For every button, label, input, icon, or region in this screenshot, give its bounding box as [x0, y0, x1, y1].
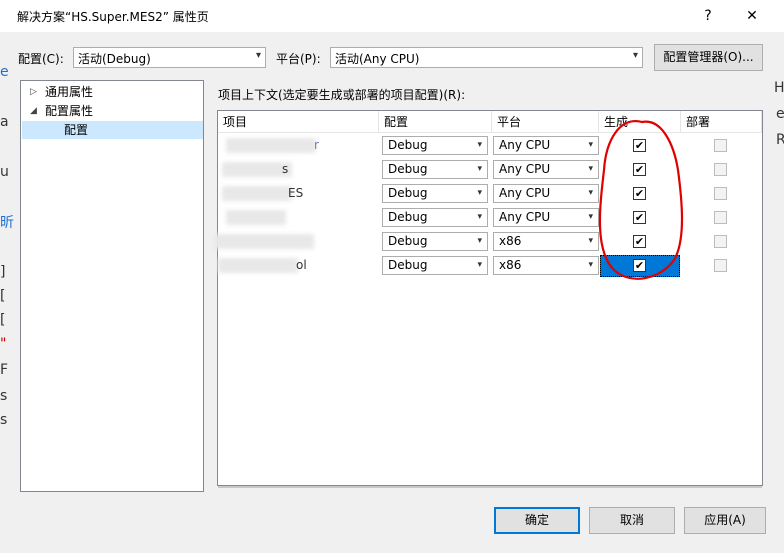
- bg-glyph: ]: [0, 264, 6, 280]
- divider: [218, 486, 762, 488]
- chevron-down-icon: ▾: [477, 236, 482, 246]
- help-button[interactable]: ?: [688, 0, 728, 32]
- config-dropdown[interactable]: Debug ▾: [382, 160, 488, 179]
- bg-glyph: [: [0, 312, 6, 328]
- cancel-button[interactable]: 取消: [589, 507, 675, 534]
- bg-glyph: [: [0, 288, 6, 304]
- platform-combo-value: 活动(Any CPU): [335, 52, 420, 66]
- tree-item-label: 通用属性: [45, 85, 94, 99]
- tree-item-config-props[interactable]: ◢ 配置属性: [21, 102, 203, 120]
- platform-dropdown-value: x86: [499, 258, 522, 272]
- bg-glyph: 昕: [0, 215, 14, 231]
- redacted-name: [214, 234, 314, 249]
- deploy-checkbox: [714, 163, 727, 176]
- expand-icon[interactable]: ▷: [30, 83, 37, 101]
- project-name: ol: [296, 258, 307, 272]
- tree-item-label: 配置属性: [45, 104, 94, 118]
- property-tree[interactable]: ▷ 通用属性 ◢ 配置属性 配置: [20, 80, 204, 492]
- column-header-project[interactable]: 项目: [218, 111, 379, 133]
- deploy-checkbox: [714, 187, 727, 200]
- config-manager-button[interactable]: 配置管理器(O)...: [654, 44, 763, 71]
- column-header-platform[interactable]: 平台: [492, 111, 599, 133]
- chevron-down-icon: ▾: [477, 260, 482, 270]
- redacted-name: [218, 258, 298, 273]
- platform-label: 平台(P):: [276, 52, 321, 66]
- config-dropdown[interactable]: Debug ▾: [382, 232, 488, 251]
- chevron-down-icon: ▾: [632, 50, 638, 61]
- platform-dropdown-value: x86: [499, 234, 522, 248]
- tree-item-config[interactable]: 配置: [22, 121, 203, 139]
- bg-glyph: u: [0, 164, 9, 180]
- bg-glyph: e: [776, 106, 784, 122]
- config-dropdown[interactable]: Debug ▾: [382, 136, 488, 155]
- chevron-down-icon: ▾: [477, 188, 482, 198]
- platform-dropdown[interactable]: Any CPU ▾: [493, 184, 599, 203]
- redacted-name: [226, 210, 286, 225]
- project-name: ES: [288, 186, 304, 200]
- tree-item-label: 配置: [64, 123, 89, 137]
- chevron-down-icon: ▾: [255, 50, 261, 61]
- platform-dropdown-value: Any CPU: [499, 138, 551, 152]
- project-name: r: [314, 138, 319, 152]
- bg-glyph: e: [0, 64, 9, 80]
- project-name: s: [282, 162, 289, 176]
- config-dropdown-value: Debug: [388, 210, 428, 224]
- config-dropdown[interactable]: Debug ▾: [382, 256, 488, 275]
- apply-button[interactable]: 应用(A): [684, 507, 766, 534]
- deploy-checkbox: [714, 235, 727, 248]
- deploy-checkbox: [714, 211, 727, 224]
- config-label: 配置(C):: [18, 52, 64, 66]
- bg-glyph: H: [774, 80, 784, 96]
- bg-glyph: s: [0, 388, 8, 404]
- chevron-down-icon: ▾: [477, 140, 482, 150]
- chevron-down-icon: ▾: [477, 212, 482, 222]
- bg-glyph: a: [0, 114, 9, 130]
- column-header-config[interactable]: 配置: [379, 111, 492, 133]
- config-dropdown-value: Debug: [388, 258, 428, 272]
- column-header-deploy[interactable]: 部署: [681, 111, 762, 133]
- platform-combo[interactable]: 活动(Any CPU) ▾: [330, 47, 643, 68]
- redacted-name: [226, 138, 316, 153]
- grid-caption: 项目上下文(选定要生成或部署的项目配置)(R):: [218, 88, 466, 102]
- chevron-down-icon: ▾: [477, 164, 482, 174]
- platform-dropdown-value: Any CPU: [499, 186, 551, 200]
- redacted-name: [222, 186, 292, 201]
- platform-dropdown[interactable]: Any CPU ▾: [493, 208, 599, 227]
- ok-button[interactable]: 确定: [494, 507, 580, 534]
- bg-glyph: R: [776, 132, 784, 148]
- config-dropdown-value: Debug: [388, 186, 428, 200]
- bg-glyph: s: [0, 412, 8, 428]
- tree-item-common[interactable]: ▷ 通用属性: [21, 83, 203, 101]
- platform-dropdown[interactable]: x86 ▾: [493, 232, 599, 251]
- config-dropdown[interactable]: Debug ▾: [382, 184, 488, 203]
- close-button[interactable]: ✕: [732, 0, 772, 32]
- bg-glyph: ": [0, 336, 7, 352]
- platform-dropdown[interactable]: Any CPU ▾: [493, 136, 599, 155]
- config-dropdown-value: Debug: [388, 234, 428, 248]
- config-dropdown[interactable]: Debug ▾: [382, 208, 488, 227]
- platform-dropdown-value: Any CPU: [499, 210, 551, 224]
- platform-dropdown[interactable]: x86 ▾: [493, 256, 599, 275]
- deploy-checkbox: [714, 139, 727, 152]
- deploy-checkbox: [714, 259, 727, 272]
- platform-dropdown-value: Any CPU: [499, 162, 551, 176]
- collapse-icon[interactable]: ◢: [30, 102, 37, 120]
- platform-dropdown[interactable]: Any CPU ▾: [493, 160, 599, 179]
- config-combo-value: 活动(Debug): [78, 52, 151, 66]
- window-title: 解决方案“HS.Super.MES2” 属性页: [17, 10, 209, 24]
- config-dropdown-value: Debug: [388, 162, 428, 176]
- config-combo[interactable]: 活动(Debug) ▾: [73, 47, 266, 68]
- bg-glyph: F: [0, 362, 9, 378]
- red-annotation-circle: [598, 119, 684, 280]
- config-dropdown-value: Debug: [388, 138, 428, 152]
